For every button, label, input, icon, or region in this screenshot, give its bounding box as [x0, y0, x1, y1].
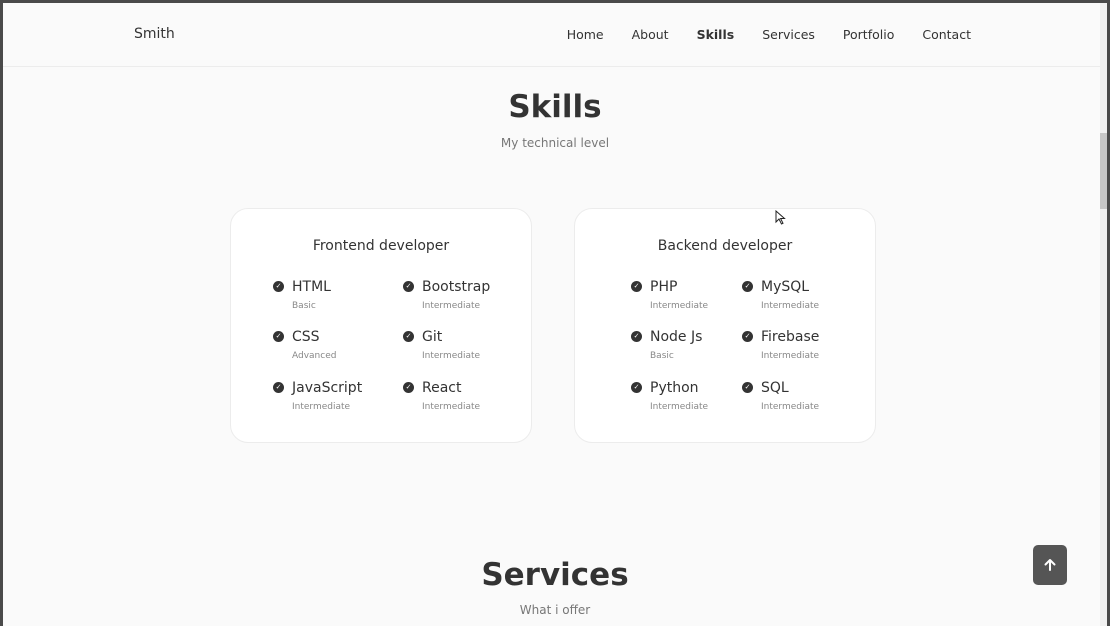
nav-services[interactable]: Services — [762, 27, 815, 42]
skill-name: PHP — [650, 279, 678, 295]
skill-level: Intermediate — [422, 402, 481, 412]
check-circle-icon: ✓ — [273, 331, 284, 342]
check-circle-icon: ✓ — [742, 331, 753, 342]
skill-name: JavaScript — [292, 380, 363, 396]
check-circle-icon: ✓ — [273, 382, 284, 393]
nav-about[interactable]: About — [632, 27, 669, 42]
skills-title: Skills — [508, 89, 602, 125]
site-logo[interactable]: Smith — [134, 26, 175, 42]
frontend-card: Frontend developer ✓ HTML Basic ✓ Bootst… — [230, 208, 532, 443]
check-circle-icon: ✓ — [631, 382, 642, 393]
skill-name: Firebase — [761, 329, 820, 345]
skill-level: Intermediate — [292, 402, 351, 412]
skill-name: Python — [650, 380, 699, 396]
skill-name: SQL — [761, 380, 789, 396]
skill-level: Basic — [292, 301, 316, 311]
check-circle-icon: ✓ — [742, 281, 753, 292]
page-scrollbar[interactable] — [1100, 3, 1107, 626]
skill-level: Intermediate — [761, 351, 820, 361]
check-circle-icon: ✓ — [631, 331, 642, 342]
check-circle-icon: ✓ — [403, 281, 414, 292]
skill-level: Basic — [650, 351, 674, 361]
nav-portfolio[interactable]: Portfolio — [843, 27, 894, 42]
mouse-cursor-icon — [775, 210, 786, 225]
scrollbar-thumb[interactable] — [1100, 133, 1107, 209]
skill-level: Intermediate — [761, 402, 820, 412]
nav-skills[interactable]: Skills — [697, 27, 735, 42]
skill-level: Advanced — [292, 351, 337, 361]
main-nav: Home About Skills Services Portfolio Con… — [567, 27, 971, 42]
nav-contact[interactable]: Contact — [922, 27, 971, 42]
skill-name: React — [422, 380, 462, 396]
skill-name: Node Js — [650, 329, 703, 345]
skill-level: Intermediate — [650, 402, 709, 412]
backend-card: Backend developer ✓ PHP Intermediate ✓ M… — [574, 208, 876, 443]
check-circle-icon: ✓ — [403, 331, 414, 342]
card-title: Frontend developer — [312, 238, 450, 254]
check-circle-icon: ✓ — [631, 281, 642, 292]
skill-name: MySQL — [761, 279, 810, 295]
arrow-up-icon — [1044, 559, 1056, 571]
skill-level: Intermediate — [422, 301, 481, 311]
services-subtitle: What i offer — [519, 603, 591, 617]
skill-level: Intermediate — [761, 301, 820, 311]
skills-subtitle: My technical level — [500, 136, 610, 150]
skill-name: CSS — [292, 329, 320, 345]
check-circle-icon: ✓ — [273, 281, 284, 292]
services-title: Services — [481, 557, 629, 593]
skill-level: Intermediate — [422, 351, 481, 361]
check-circle-icon: ✓ — [403, 382, 414, 393]
scroll-top-button[interactable] — [1033, 545, 1067, 585]
site-header: Smith Home About Skills Services Portfol… — [3, 3, 1107, 67]
skill-name: HTML — [292, 279, 331, 295]
skill-name: Bootstrap — [422, 279, 491, 295]
card-title: Backend developer — [657, 238, 793, 254]
skill-name: Git — [422, 329, 443, 345]
skill-level: Intermediate — [650, 301, 709, 311]
check-circle-icon: ✓ — [742, 382, 753, 393]
nav-home[interactable]: Home — [567, 27, 604, 42]
